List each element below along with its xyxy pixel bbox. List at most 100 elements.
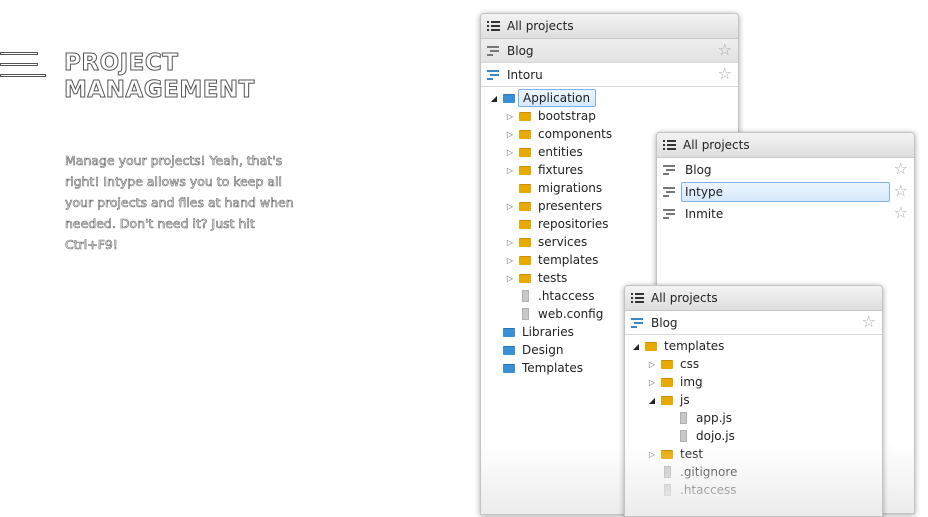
list-icon: [631, 293, 644, 303]
tree-item-label: Application: [518, 89, 597, 107]
tree-item-templates[interactable]: ◢ templates: [625, 337, 882, 355]
tree-item-label: .htaccess: [680, 483, 737, 497]
expand-arrow-icon[interactable]: ▷: [505, 148, 515, 157]
collapse-arrow-icon[interactable]: ◢: [631, 342, 641, 351]
star-icon[interactable]: ☆: [894, 204, 908, 222]
file-icon: [680, 430, 687, 442]
project-row-intype[interactable]: Intype ☆: [657, 181, 914, 203]
hero-title: PROJECT MANAGEMENT: [64, 50, 255, 104]
tree-item-app-js[interactable]: app.js: [625, 409, 882, 427]
star-icon[interactable]: ☆: [894, 182, 908, 200]
expand-arrow-icon[interactable]: ▷: [647, 360, 657, 369]
expand-arrow-icon[interactable]: ▷: [505, 112, 515, 121]
tree-item-label: fixtures: [538, 163, 584, 177]
tree-item-test[interactable]: ▷ test: [625, 445, 882, 463]
tree-item-js[interactable]: ◢ js: [625, 391, 882, 409]
all-projects-header[interactable]: All projects: [625, 286, 882, 311]
project-label: Inmite: [685, 207, 724, 221]
project-row-blog[interactable]: Blog ☆: [481, 39, 738, 63]
project-label: Blog: [685, 163, 712, 177]
star-icon[interactable]: ☆: [894, 160, 908, 178]
tree-item-label: templates: [664, 339, 725, 353]
tree-item-label: bootstrap: [538, 109, 596, 123]
file-icon: [664, 466, 671, 478]
folder-icon: [645, 341, 657, 351]
header-label: All projects: [651, 291, 718, 305]
folder-icon: [503, 327, 515, 337]
file-icon: [522, 308, 529, 320]
project-icon: [631, 317, 644, 328]
tree-item-bootstrap[interactable]: ▷ bootstrap: [481, 107, 738, 125]
tree-item-label: css: [680, 357, 700, 371]
tree-item-dojo-js[interactable]: dojo.js: [625, 427, 882, 445]
tree-item-label: templates: [538, 253, 599, 267]
folder-icon: [519, 219, 531, 229]
expand-arrow-icon[interactable]: ▷: [505, 202, 515, 211]
project-icon: [663, 209, 676, 219]
tree-item-label: repositories: [538, 217, 609, 231]
expand-arrow-icon[interactable]: ▷: [505, 274, 515, 283]
folder-icon: [519, 129, 531, 139]
all-projects-header[interactable]: All projects: [657, 133, 914, 158]
expand-arrow-icon[interactable]: ▷: [505, 166, 515, 175]
tree-item-htaccess[interactable]: .htaccess: [625, 481, 882, 499]
tree-item-label: web.config: [538, 307, 604, 321]
tree-item-label: app.js: [696, 411, 732, 425]
project-label: Intoru: [507, 67, 543, 82]
tree-item-gitignore[interactable]: .gitignore: [625, 463, 882, 481]
tree-item-label: entities: [538, 145, 583, 159]
tree-item-label: presenters: [538, 199, 603, 213]
project-row-inmite[interactable]: Inmite ☆: [657, 203, 914, 225]
tree-item-label: .htaccess: [538, 289, 595, 303]
project-row-blog[interactable]: Blog ☆: [657, 159, 914, 181]
tree-item-label: dojo.js: [696, 429, 735, 443]
tree-item-application[interactable]: ◢ Application: [481, 89, 738, 107]
star-icon[interactable]: ☆: [718, 65, 732, 83]
file-icon: [680, 412, 687, 424]
expand-arrow-icon[interactable]: ▷: [505, 130, 515, 139]
header-label: All projects: [507, 19, 574, 33]
tree-item-label: tests: [538, 271, 568, 285]
file-tree: ◢ templates ▷ css ▷ img ◢ js app.js dojo.js ▷ test.…: [625, 335, 882, 499]
expand-arrow-icon[interactable]: ▷: [505, 238, 515, 247]
project-icon: [487, 69, 500, 80]
project-icon: [487, 45, 500, 56]
folder-icon: [519, 255, 531, 265]
tree-item-label: test: [680, 447, 704, 461]
tree-item-label: img: [680, 375, 703, 389]
tree-item-css[interactable]: ▷ css: [625, 355, 882, 373]
tree-item-label: Libraries: [522, 325, 574, 339]
menu-lines-icon: [0, 52, 46, 80]
folder-icon: [519, 237, 531, 247]
expand-arrow-icon[interactable]: ▷: [647, 378, 657, 387]
tree-item-label: migrations: [538, 181, 603, 195]
tree-item-img[interactable]: ▷ img: [625, 373, 882, 391]
project-icon: [663, 165, 676, 175]
collapse-arrow-icon[interactable]: ◢: [489, 94, 499, 103]
project-label: Intype: [685, 185, 723, 199]
tree-item-label: services: [538, 235, 588, 249]
folder-icon: [519, 201, 531, 211]
expand-arrow-icon[interactable]: ▷: [647, 450, 657, 459]
header-label: All projects: [683, 138, 750, 152]
project-label: Blog: [651, 315, 678, 330]
project-row-intoru[interactable]: Intoru ☆: [481, 63, 738, 87]
folder-icon: [503, 93, 515, 103]
hero-description: Manage your projects! Yeah, that's right…: [65, 153, 294, 253]
tree-item-label: Templates: [522, 361, 584, 375]
star-icon[interactable]: ☆: [718, 41, 732, 59]
folder-icon: [519, 273, 531, 283]
project-row-blog[interactable]: Blog ☆: [625, 311, 882, 335]
folder-icon: [519, 183, 531, 193]
collapse-arrow-icon[interactable]: ◢: [647, 396, 657, 405]
hero-title-line1: PROJECT: [64, 50, 179, 77]
folder-icon: [519, 147, 531, 157]
all-projects-header[interactable]: All projects: [481, 14, 738, 39]
star-icon[interactable]: ☆: [862, 313, 876, 331]
file-icon: [664, 484, 671, 496]
folder-icon: [661, 359, 673, 369]
list-icon: [663, 140, 676, 150]
expand-arrow-icon[interactable]: ▷: [505, 256, 515, 265]
project-panel-blog: All projects Blog ☆ ◢ templates ▷ css ▷ img ◢ j…: [624, 285, 883, 517]
tree-item-label: .gitignore: [680, 465, 738, 479]
